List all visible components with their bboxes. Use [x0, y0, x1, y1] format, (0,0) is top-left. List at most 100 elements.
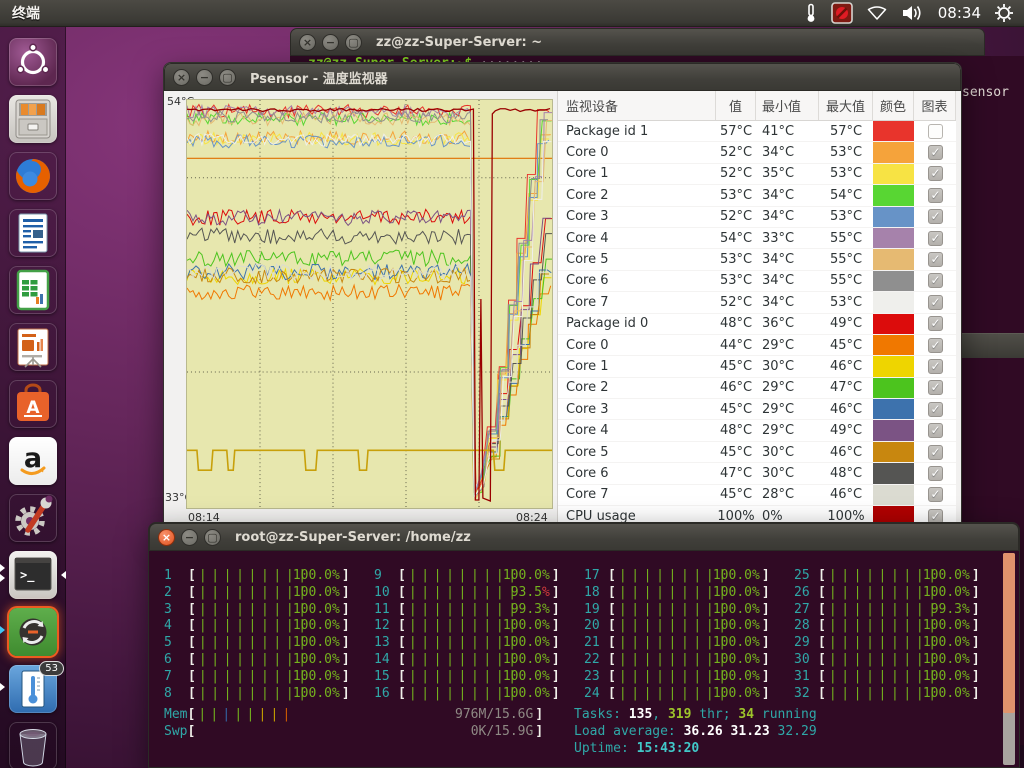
launcher-item-amazon[interactable]: a [0, 437, 66, 485]
sensor-min: 29°C [756, 402, 819, 417]
chart-checkbox[interactable] [928, 145, 943, 160]
cpu-meter-6: 6[|||||||||100.0%] [164, 652, 350, 667]
sensor-row[interactable]: Core 653°C34°C55°C [558, 271, 956, 292]
chart-checkbox[interactable] [928, 316, 943, 331]
scrollbar[interactable] [1003, 553, 1015, 765]
chart-checkbox[interactable] [928, 487, 943, 502]
sensor-row[interactable]: Core 044°C29°C45°C [558, 335, 956, 356]
close-icon[interactable]: × [173, 69, 190, 86]
sensor-row[interactable]: Core 246°C29°C47°C [558, 378, 956, 399]
clock[interactable]: 08:34 [938, 4, 981, 22]
column-header[interactable]: 图表 [914, 91, 956, 120]
amazon-icon[interactable]: a [9, 437, 57, 485]
maximize-icon[interactable]: ▢ [219, 69, 236, 86]
chart-checkbox[interactable] [928, 380, 943, 395]
trash-icon[interactable] [9, 722, 57, 768]
chart-checkbox[interactable] [928, 124, 943, 139]
calc-icon[interactable] [9, 266, 57, 314]
sensor-row[interactable]: Core 052°C34°C53°C [558, 142, 956, 163]
launcher-item-psensor[interactable]: 53 [0, 665, 66, 713]
close-icon[interactable]: × [299, 34, 316, 51]
maximize-icon[interactable]: ▢ [345, 34, 362, 51]
volume-indicator-icon[interactable] [901, 2, 925, 24]
launcher-item-trash[interactable] [0, 722, 66, 768]
sensor-row[interactable]: Core 454°C33°C55°C [558, 228, 956, 249]
minimize-icon[interactable]: − [181, 529, 198, 546]
sensor-row[interactable]: Core 448°C29°C49°C [558, 420, 956, 441]
htop-body[interactable]: 1[|||||||||100.0%]2[|||||||||100.0%]3[||… [149, 551, 1019, 767]
firefox-icon[interactable] [9, 152, 57, 200]
window-htop[interactable]: × − ▢ root@zz-Super-Server: /home/zz 1[|… [148, 522, 1020, 768]
sensor-min: 29°C [756, 423, 819, 438]
column-header[interactable]: 值 [716, 91, 756, 120]
settings-icon[interactable] [9, 494, 57, 542]
sensor-row[interactable]: Core 145°C30°C46°C [558, 356, 956, 377]
minimize-icon[interactable]: − [322, 34, 339, 51]
chart-checkbox[interactable] [928, 166, 943, 181]
chart-checkbox[interactable] [928, 252, 943, 267]
sensor-row[interactable]: Core 352°C34°C53°C [558, 207, 956, 228]
psensor-titlebar[interactable]: × − ▢ Psensor - 温度监视器 [164, 63, 961, 91]
launcher-item-firefox[interactable] [0, 152, 66, 200]
impress-icon[interactable] [9, 323, 57, 371]
launcher-item-impress[interactable] [0, 323, 66, 371]
chart-checkbox[interactable] [928, 423, 943, 438]
launcher-item-software[interactable]: A [0, 380, 66, 428]
launcher-item-calc[interactable] [0, 266, 66, 314]
sensor-row[interactable]: Package id 157°C41°C57°C [558, 121, 956, 142]
sensor-value: 45°C [716, 402, 756, 417]
cpu-meter-8: 8[|||||||||100.0%] [164, 686, 350, 701]
chart-checkbox[interactable] [928, 402, 943, 417]
launcher-item-terminal[interactable]: >_ [0, 551, 66, 599]
sensor-min: 28°C [756, 487, 819, 502]
sensor-row[interactable]: Core 745°C28°C46°C [558, 485, 956, 506]
software-icon[interactable]: A [9, 380, 57, 428]
chart-checkbox[interactable] [928, 338, 943, 353]
launcher-item-settings[interactable] [0, 494, 66, 542]
thermometer-indicator-icon[interactable] [804, 2, 818, 24]
maximize-icon[interactable]: ▢ [204, 529, 221, 546]
sensor-row[interactable]: Package id 048°C36°C49°C [558, 314, 956, 335]
launcher-item-updater[interactable] [0, 608, 66, 656]
screen-record-indicator-icon[interactable] [831, 2, 853, 24]
sensor-row[interactable]: Core 253°C34°C54°C [558, 185, 956, 206]
chart-checkbox[interactable] [928, 188, 943, 203]
scrollbar-thumb[interactable] [1003, 553, 1015, 713]
window-psensor[interactable]: × − ▢ Psensor - 温度监视器 54°C 33°C 08:14 08… [163, 62, 962, 532]
writer-icon[interactable] [9, 209, 57, 257]
htop-titlebar[interactable]: × − ▢ root@zz-Super-Server: /home/zz [149, 523, 1019, 551]
column-header[interactable]: 颜色 [873, 91, 914, 120]
sensor-row[interactable]: Core 545°C30°C46°C [558, 442, 956, 463]
sensor-row[interactable]: Core 152°C35°C53°C [558, 164, 956, 185]
chart-checkbox[interactable] [928, 295, 943, 310]
files-icon[interactable] [9, 95, 57, 143]
terminal-bg-titlebar[interactable]: × − ▢ zz@zz-Super-Server: ~ [290, 28, 985, 56]
updater-icon[interactable] [9, 608, 57, 656]
chart-checkbox[interactable] [928, 359, 943, 374]
session-gear-icon[interactable] [994, 2, 1014, 24]
sensor-value: 52°C [716, 166, 756, 181]
dash-icon[interactable] [9, 38, 57, 86]
sensor-row[interactable]: Core 345°C29°C46°C [558, 399, 956, 420]
sensor-row[interactable]: Core 553°C34°C55°C [558, 249, 956, 270]
chart-checkbox[interactable] [928, 231, 943, 246]
cpu-meter-31: 31[|||||||||100.0%] [794, 669, 980, 684]
minimize-icon[interactable]: − [196, 69, 213, 86]
column-header[interactable]: 监视设备 [558, 91, 716, 120]
sensor-value: 47°C [716, 466, 756, 481]
close-icon[interactable]: × [158, 529, 175, 546]
launcher-item-writer[interactable] [0, 209, 66, 257]
chart-checkbox[interactable] [928, 209, 943, 224]
column-header[interactable]: 最小值 [756, 91, 819, 120]
chart-checkbox[interactable] [928, 273, 943, 288]
launcher-item-dash[interactable] [0, 38, 66, 86]
column-header[interactable]: 最大值 [819, 91, 873, 120]
chart-checkbox[interactable] [928, 445, 943, 460]
sensor-row[interactable]: Core 752°C34°C53°C [558, 292, 956, 313]
terminal-icon[interactable]: >_ [9, 551, 57, 599]
launcher-item-files[interactable] [0, 95, 66, 143]
sensor-value: 54°C [716, 231, 756, 246]
chart-checkbox[interactable] [928, 466, 943, 481]
sensor-row[interactable]: Core 647°C30°C48°C [558, 463, 956, 484]
network-indicator-icon[interactable] [866, 2, 888, 24]
